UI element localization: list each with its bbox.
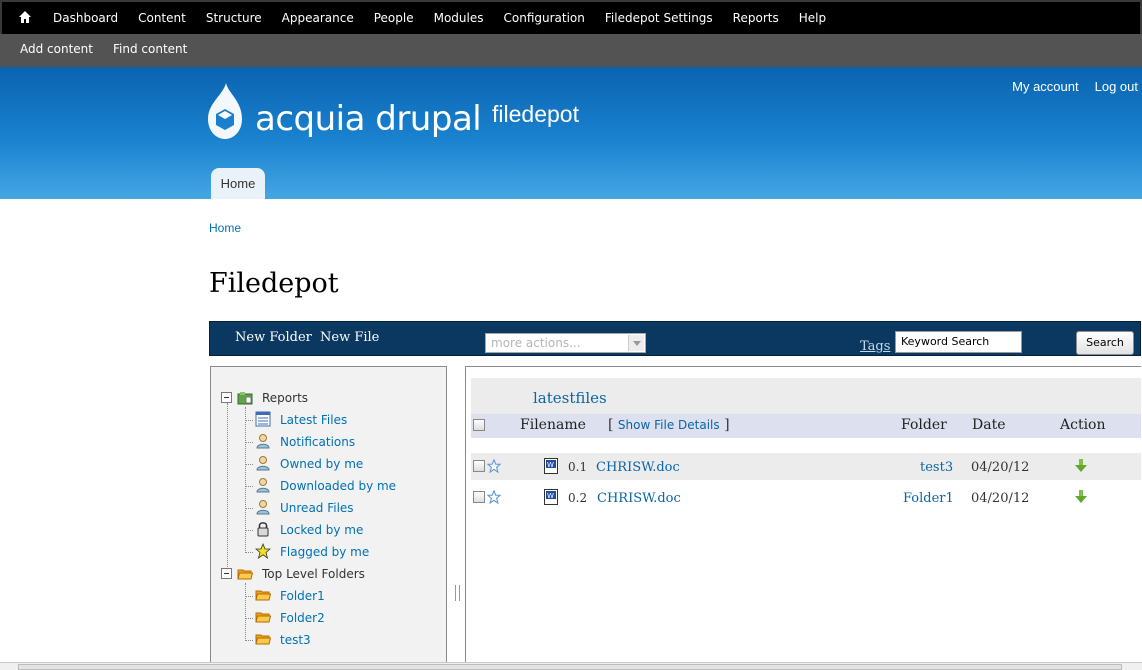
download-arrow-icon[interactable]: [1075, 489, 1087, 504]
folder-icon: [255, 590, 271, 601]
filedepot-toolbar: New Folder New File more actions... Tags…: [209, 321, 1141, 356]
horizontal-scrollbar[interactable]: [0, 662, 1142, 670]
folder-open-icon: [237, 569, 253, 580]
chevron-down-icon[interactable]: [628, 335, 644, 351]
column-action: Action: [1060, 417, 1106, 433]
shortcuts-bar: Add content Find content: [0, 34, 1142, 67]
file-date: 04/20/12: [971, 491, 1030, 506]
star-outline-icon[interactable]: [487, 459, 501, 473]
tree-label[interactable]: Flagged by me: [280, 545, 369, 559]
page-title: Filedepot: [209, 268, 339, 299]
my-account-link[interactable]: My account: [1012, 79, 1078, 94]
folder-icon: [255, 634, 271, 645]
collapse-icon[interactable]: [221, 392, 232, 403]
scrollbar-thumb[interactable]: [18, 664, 1122, 670]
toolbar-item-content[interactable]: Content: [138, 11, 186, 25]
table-row[interactable]: W 0.1 CHRISW.doc test3 04/20/12: [471, 453, 1141, 480]
bracket-close: ]: [724, 417, 730, 433]
keyword-search-input[interactable]: Keyword Search: [895, 331, 1022, 353]
logo-text[interactable]: acquia drupal: [255, 99, 482, 139]
word-document-icon: W: [544, 489, 558, 505]
shortcut-find-content[interactable]: Find content: [113, 42, 187, 56]
toolbar-item-reports[interactable]: Reports: [733, 11, 779, 25]
tree-label[interactable]: Folder1: [280, 589, 325, 603]
tree-label[interactable]: Notifications: [280, 435, 355, 449]
home-icon[interactable]: [18, 10, 32, 24]
secondary-menu: My account Log out: [996, 79, 1138, 94]
file-name-link[interactable]: CHRISW.doc: [596, 460, 680, 475]
toolbar-item-modules[interactable]: Modules: [434, 11, 484, 25]
tree-label-top-level-folders: Top Level Folders: [262, 567, 365, 581]
column-date: Date: [972, 417, 1006, 433]
bracket-open: [: [608, 417, 614, 433]
tree-label[interactable]: Latest Files: [280, 413, 347, 427]
lock-icon: [257, 522, 269, 537]
panel-splitter-handle[interactable]: [455, 585, 460, 601]
more-actions-select[interactable]: more actions...: [485, 333, 646, 353]
tree-label[interactable]: test3: [280, 633, 311, 647]
toolbar-item-structure[interactable]: Structure: [206, 11, 262, 25]
tree-node-reports[interactable]: Reports: [221, 389, 441, 407]
tree-label[interactable]: Downloaded by me: [280, 479, 396, 493]
row-checkbox[interactable]: [473, 460, 485, 472]
show-file-details-toggle: [ Show File Details ]: [608, 417, 730, 433]
file-name-link[interactable]: CHRISW.doc: [597, 491, 681, 506]
collapse-icon[interactable]: [221, 568, 232, 579]
file-listing-panel: latestfiles Filename [ Show File Details…: [465, 366, 1141, 666]
user-icon: [256, 456, 270, 471]
log-out-link[interactable]: Log out: [1095, 79, 1138, 94]
toolbar-item-filedepot-settings[interactable]: Filedepot Settings: [605, 11, 713, 25]
table-row[interactable]: W 0.2 CHRISW.doc Folder1 04/20/12: [471, 484, 1141, 511]
show-file-details-link[interactable]: Show File Details: [618, 418, 720, 432]
folder-tree-panel: Reports Latest Files Notifications Owned…: [210, 366, 447, 666]
folder-link[interactable]: Folder1: [903, 491, 954, 506]
tree-label[interactable]: Locked by me: [280, 523, 363, 537]
column-folder: Folder: [901, 417, 947, 433]
column-filename: Filename: [520, 417, 586, 433]
new-file-link[interactable]: New File: [320, 330, 379, 345]
star-outline-icon[interactable]: [487, 490, 501, 504]
folder-icon: [255, 612, 271, 623]
new-folder-link[interactable]: New Folder: [235, 330, 312, 345]
file-date: 04/20/12: [971, 460, 1030, 475]
select-all-checkbox[interactable]: [473, 419, 485, 431]
listing-title-bar: latestfiles: [471, 378, 1141, 414]
reports-folder-icon: [237, 392, 253, 405]
toolbar-item-appearance[interactable]: Appearance: [282, 11, 354, 25]
site-header: acquia drupal filedepot My account Log o…: [0, 67, 1142, 199]
toolbar-item-people[interactable]: People: [374, 11, 414, 25]
more-actions-value: more actions...: [491, 336, 581, 350]
file-version: 0.2: [568, 491, 588, 505]
svg-text:W: W: [547, 492, 554, 500]
user-icon: [256, 434, 270, 449]
tab-home[interactable]: Home: [211, 168, 265, 199]
download-arrow-icon[interactable]: [1075, 458, 1087, 473]
svg-text:W: W: [547, 461, 554, 469]
list-icon: [255, 411, 271, 427]
toolbar-item-configuration[interactable]: Configuration: [504, 11, 585, 25]
tree-label[interactable]: Folder2: [280, 611, 325, 625]
listing-header-row: Filename [ Show File Details ] Folder Da…: [471, 414, 1141, 438]
shortcut-add-content[interactable]: Add content: [20, 42, 93, 56]
file-version: 0.1: [568, 460, 588, 474]
star-icon: [255, 543, 271, 559]
folder-link[interactable]: test3: [920, 460, 953, 475]
site-name[interactable]: filedepot: [492, 101, 579, 128]
listing-title: latestfiles: [533, 389, 607, 407]
toolbar-item-help[interactable]: Help: [799, 11, 826, 25]
tree-label-reports: Reports: [262, 391, 309, 405]
admin-toolbar: Dashboard Content Structure Appearance P…: [0, 0, 1142, 34]
tags-link[interactable]: Tags: [860, 339, 890, 354]
row-checkbox[interactable]: [473, 491, 485, 503]
user-icon: [256, 500, 270, 515]
breadcrumb[interactable]: Home: [209, 221, 241, 235]
tree-label[interactable]: Owned by me: [280, 457, 363, 471]
tree-node-top-level-folders[interactable]: Top Level Folders: [221, 565, 441, 583]
tree-label[interactable]: Unread Files: [280, 501, 354, 515]
toolbar-item-dashboard[interactable]: Dashboard: [53, 11, 118, 25]
search-button[interactable]: Search: [1076, 331, 1134, 355]
user-icon: [256, 478, 270, 493]
word-document-icon: W: [544, 458, 558, 474]
